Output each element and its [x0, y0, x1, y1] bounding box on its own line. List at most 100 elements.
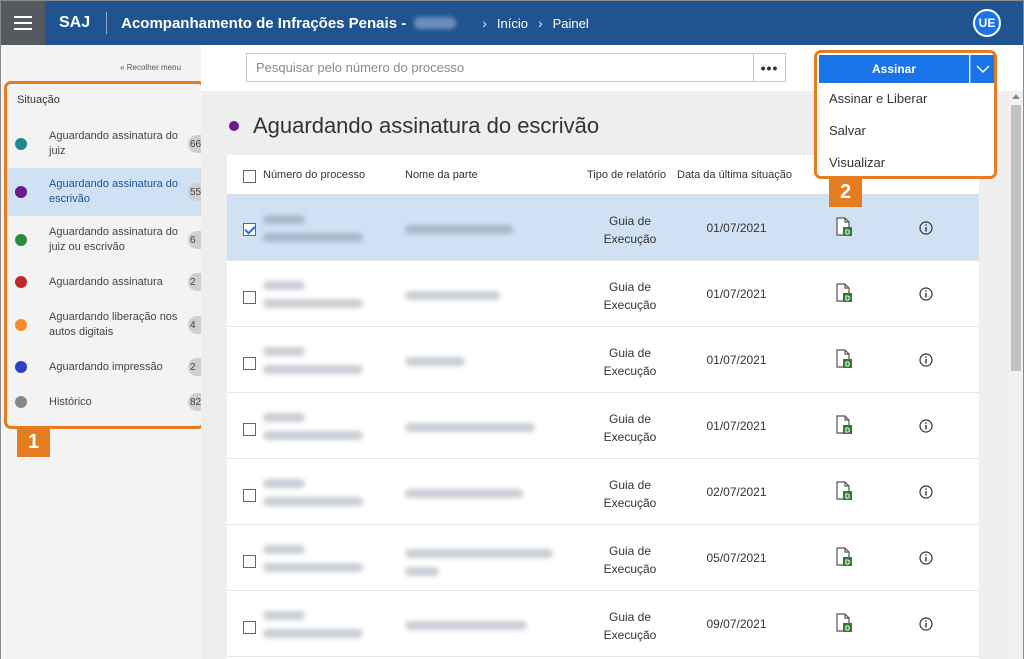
document-icon[interactable]: D [835, 217, 853, 237]
report-type: Guia de Execução [603, 214, 657, 246]
row-checkbox[interactable] [243, 223, 256, 236]
svg-text:D: D [845, 494, 850, 501]
avatar[interactable]: UE [973, 9, 1001, 37]
count-badge: 6 [188, 231, 202, 249]
menu-item-salvar[interactable]: Salvar [829, 123, 866, 138]
count-badge: 66 [188, 135, 202, 153]
document-icon[interactable]: D [835, 613, 853, 633]
redacted-process-number [263, 611, 305, 620]
row-checkbox[interactable] [243, 423, 256, 436]
row-checkbox[interactable] [243, 357, 256, 370]
column-header[interactable]: Tipo de relatório [587, 169, 666, 181]
info-icon[interactable] [919, 353, 933, 367]
status-dot-icon [15, 396, 27, 408]
brand-logo[interactable]: SAJ [59, 14, 90, 32]
collapse-menu-link[interactable]: « Recolher menu [120, 63, 181, 72]
menu-icon[interactable] [1, 1, 45, 45]
table-row[interactable]: Guia de Execução 01/07/2021 D [227, 327, 979, 393]
search-input[interactable] [247, 54, 753, 81]
table-row[interactable]: Guia de Execução 09/07/2021 D [227, 591, 979, 657]
sidebar-item-historico[interactable]: Histórico 82 [7, 384, 202, 420]
svg-text:D: D [845, 560, 850, 567]
sidebar-item-label: Aguardando assinatura [49, 275, 163, 288]
count-badge: 2 [188, 358, 202, 376]
row-checkbox[interactable] [243, 291, 256, 304]
sidebar-item-label: Histórico [49, 395, 92, 408]
more-options-button[interactable]: ••• [753, 54, 785, 81]
report-type: Guia de Execução [603, 544, 657, 576]
menu-item-assinar-e-liberar[interactable]: Assinar e Liberar [829, 91, 927, 106]
menu-item-visualizar[interactable]: Visualizar [829, 155, 885, 170]
sign-options-toggle[interactable] [970, 55, 994, 83]
svg-text:D: D [845, 362, 850, 369]
row-checkbox[interactable] [243, 555, 256, 568]
sidebar-item-aguardando-assinatura[interactable]: Aguardando assinatura 2 [7, 264, 202, 300]
sidebar-item-aguardando-liberacao[interactable]: Aguardando liberação nos autos digitais … [7, 300, 202, 350]
redacted-process-detail [263, 629, 363, 638]
document-icon[interactable]: D [835, 349, 853, 369]
info-icon[interactable] [919, 221, 933, 235]
redacted-process-number [263, 545, 305, 554]
sidebar-item-label: Aguardando impressão [49, 360, 163, 373]
sidebar-item-aguardando-assinatura-escrivao[interactable]: Aguardando assinatura do escrivão 55 [7, 168, 202, 216]
last-status-date: 01/07/2021 [706, 221, 767, 235]
last-status-date: 02/07/2021 [706, 485, 767, 499]
scrollbar-thumb[interactable] [1011, 105, 1021, 371]
sign-button[interactable]: Assinar [819, 55, 969, 83]
last-status-date: 01/07/2021 [706, 419, 767, 433]
svg-text:D: D [845, 428, 850, 435]
redacted-process-detail [263, 563, 363, 572]
sidebar-item-aguardando-juiz-ou-escrivao[interactable]: Aguardando assinatura do juiz ou escrivã… [7, 216, 202, 264]
redacted-party-name [405, 567, 439, 576]
table-row[interactable]: Guia de Execução 01/07/2021 D [227, 393, 979, 459]
table-row[interactable]: Guia de Execução 05/07/2021 D [227, 525, 979, 591]
redacted-process-number [263, 215, 305, 224]
count-badge: 4 [188, 316, 202, 334]
last-status-date: 01/07/2021 [706, 353, 767, 367]
document-icon[interactable]: D [835, 481, 853, 501]
table-row[interactable]: Guia de Execução 01/07/2021 D [227, 195, 979, 261]
document-icon[interactable]: D [835, 547, 853, 567]
sidebar-item-aguardando-assinatura-juiz[interactable]: Aguardando assinatura do juiz 66 [7, 120, 202, 168]
status-dot-icon [15, 361, 27, 373]
document-icon[interactable]: D [835, 283, 853, 303]
column-header[interactable]: Nome da parte [405, 169, 478, 181]
status-dot-icon [229, 121, 239, 131]
search-box: ••• [246, 53, 786, 82]
redacted-process-number [263, 413, 305, 422]
redacted-process-detail [263, 497, 363, 506]
row-checkbox[interactable] [243, 489, 256, 502]
report-type: Guia de Execução [603, 280, 657, 312]
redacted-party-name [405, 621, 527, 630]
last-status-date: 05/07/2021 [706, 551, 767, 565]
info-icon[interactable] [919, 617, 933, 631]
table-row[interactable]: Guia de Execução 01/07/2021 D [227, 261, 979, 327]
document-icon[interactable]: D [835, 415, 853, 435]
chevron-down-icon [976, 65, 989, 73]
info-icon[interactable] [919, 551, 933, 565]
sidebar-item-label: Aguardando assinatura do escrivão [49, 178, 179, 205]
process-table: Número do processo Nome da parte Tipo de… [227, 155, 979, 659]
scroll-up-icon[interactable] [1012, 94, 1020, 99]
row-checkbox[interactable] [243, 621, 256, 634]
svg-text:D: D [845, 230, 850, 237]
callout-badge-1: 1 [17, 427, 50, 457]
info-icon[interactable] [919, 287, 933, 301]
redacted-party-name [405, 291, 500, 300]
sidebar-item-aguardando-impressao[interactable]: Aguardando impressão 2 [7, 350, 202, 384]
column-header[interactable]: Data da última situação [677, 169, 792, 181]
column-header[interactable]: Número do processo [263, 169, 365, 181]
redacted-process-detail [263, 365, 363, 374]
svg-text:D: D [845, 296, 850, 303]
table-row[interactable]: Guia de Execução 02/07/2021 D [227, 459, 979, 525]
redacted-party-name [405, 549, 553, 558]
info-icon[interactable] [919, 485, 933, 499]
select-all-checkbox[interactable] [243, 170, 256, 183]
breadcrumb-painel[interactable]: Painel [553, 16, 589, 31]
redacted-process-number [263, 281, 305, 290]
breadcrumb-inicio[interactable]: Início [497, 16, 528, 31]
redacted-process-number [263, 479, 305, 488]
redacted-party-name [405, 423, 535, 432]
count-badge: 82 [188, 393, 202, 411]
info-icon[interactable] [919, 419, 933, 433]
